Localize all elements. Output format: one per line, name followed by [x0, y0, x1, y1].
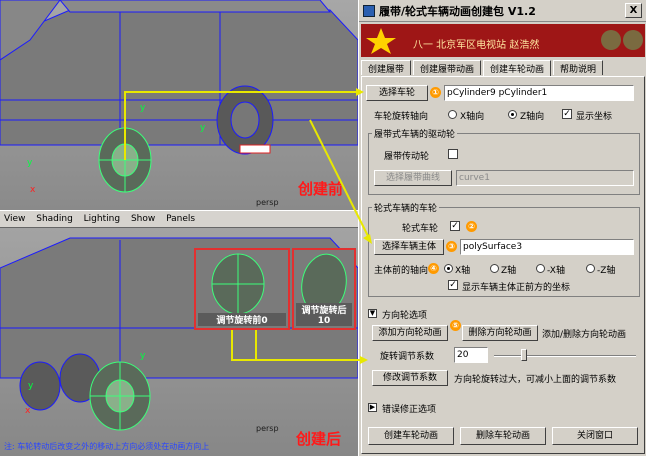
arrow-direction	[231, 330, 364, 361]
annotation-arrows	[124, 88, 372, 364]
arrow-body	[309, 119, 369, 237]
